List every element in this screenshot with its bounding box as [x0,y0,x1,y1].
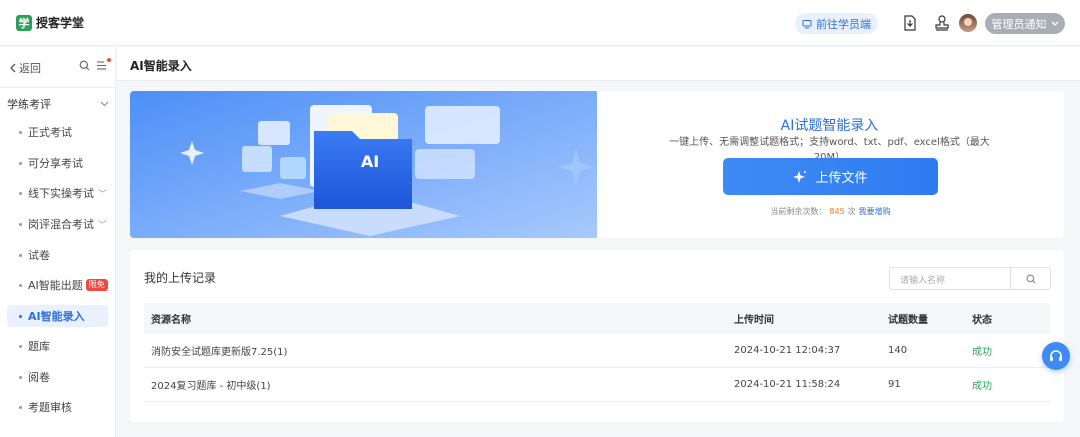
table-header: 资源名称 上传时间 试题数量 状态 [144,303,1050,334]
download-icon[interactable] [901,13,919,33]
sidebar: 返回 学练考评 正式考试 可分享考试 线下实操考试 ﹀ 岗评混合考试 ﹀ 试卷 AI… [0,47,116,437]
headset-icon [1050,350,1062,361]
sidebar-item-label: 可分享考试 [28,157,83,170]
avatar[interactable] [959,14,977,32]
chevron-down-icon [1051,21,1058,26]
student-portal-button[interactable]: 前往学员端 [795,13,878,34]
search-placeholder: 请输入名称 [900,276,946,286]
sidebar-item-label: AI智能录入 [28,310,85,323]
sidebar-item-question-bank[interactable]: 题库 [7,335,108,357]
ai-folder-illustration: AI [130,91,597,238]
resource-name: 2024复习题库 - 初中级(1) [151,381,271,392]
admin-notice-button[interactable]: 管理员通知 [985,13,1065,34]
monitor-icon [802,19,812,28]
table-row[interactable]: 消防安全试题库更新版7.25(1) 2024-10-21 12:04:37 14… [144,334,1050,368]
sidebar-item-label: 题库 [28,340,50,353]
brand[interactable]: 学 授客学堂 [16,14,84,31]
free-badge: 限免 [85,279,108,291]
sparkle-icon [793,170,807,183]
sidebar-item-label: AI智能出题 [28,279,83,292]
admin-notice-label: 管理员通知 [991,17,1047,31]
sidebar-item-label: 岗评混合考试 [28,218,94,231]
sidebar-item-ai-smart-entry[interactable]: AI智能录入 [7,305,108,327]
bullet [19,405,22,409]
sidebar-section-label: 学练考评 [7,98,51,111]
name-search-input[interactable]: 请输入名称 [889,267,1051,290]
customer-service-button[interactable] [1042,342,1070,370]
upload-time: 2024-10-21 12:04:37 [734,345,841,356]
bullet [19,344,22,348]
upload-file-button[interactable]: 上传文件 [723,158,938,195]
back-link[interactable]: 返回 [9,60,41,76]
sidebar-item-formal-exam[interactable]: 正式考试 [7,121,108,143]
sidebar-item-mixed-exam[interactable]: 岗评混合考试 ﹀ [7,213,108,235]
top-bar: 学 授客学堂 前往学员端 管理员通知 [0,0,1080,46]
remaining-quota: 当前剩余次数： 845 次我要增购 [723,206,938,217]
question-count: 140 [888,345,908,356]
bullet [19,375,22,379]
upload-time: 2024-10-21 11:58:24 [734,379,841,390]
sidebar-item-label: 考题审核 [28,401,72,414]
question-count: 91 [888,379,901,390]
sidebar-section-learning-exams[interactable]: 学练考评 [7,96,109,112]
upload-records-card: 我的上传记录 请输入名称 资源名称 上传时间 试题数量 状态 消防安全试题库更新… [130,250,1064,422]
status-badge: 成功 [972,347,992,358]
search-icon[interactable] [79,60,90,71]
sidebar-item-label: 正式考试 [28,126,72,139]
column-header-status: 状态 [972,315,992,326]
sidebar-item-ai-question-gen[interactable]: AI智能出题 限免 [7,274,108,296]
brand-name: 授客学堂 [36,16,85,30]
chevron-left-icon [10,63,16,73]
sidebar-item-paper[interactable]: 试卷 [7,244,108,266]
student-portal-label: 前往学员端 [816,17,871,31]
back-label: 返回 [19,62,41,75]
search-icon [1026,274,1035,283]
bullet [19,222,22,226]
sidebar-item-shareable-exam[interactable]: 可分享考试 [7,152,108,174]
column-header-name: 资源名称 [151,315,191,326]
chevron-down-icon: ﹀ [98,189,108,200]
upload-banner: AI AI试题智能录入 一键上传、无需调整试题格式；支持word、txt、pdf… [130,91,1064,238]
bullet [19,130,22,134]
remaining-prefix: 当前剩余次数： [770,207,827,216]
sidebar-header: 返回 [0,47,115,88]
sidebar-item-grading[interactable]: 阅卷 [7,366,108,388]
sidebar-item-offline-practical-exam[interactable]: 线下实操考试 ﹀ [7,182,108,204]
sidebar-item-label: 试卷 [28,249,50,262]
sidebar-item-question-review[interactable]: 考题审核 [7,396,108,418]
buy-more-link[interactable]: 我要增购 [859,207,891,216]
illustration-ai-text: AI [361,152,379,171]
brand-logo: 学 [16,14,32,31]
banner-title: AI试题智能录入 [780,118,879,134]
bullet [19,253,22,257]
records-title: 我的上传记录 [144,271,217,285]
bullet [19,283,22,287]
column-header-question-count: 试题数量 [888,315,928,326]
status-badge: 成功 [972,381,992,392]
search-button[interactable] [1010,268,1050,289]
sidebar-item-label: 阅卷 [28,371,50,384]
resource-name: 消防安全试题库更新版7.25(1) [151,347,288,358]
column-header-upload-time: 上传时间 [734,315,774,326]
table-row[interactable]: 2024复习题库 - 初中级(1) 2024-10-21 11:58:24 91… [144,368,1050,402]
bullet [19,314,22,318]
sidebar-item-label: 线下实操考试 [28,187,94,200]
remaining-count: 845 [829,207,845,216]
notification-dot [107,58,111,62]
remaining-unit: 次 [847,207,856,216]
main-header: AI智能录入 [117,47,1080,81]
chevron-down-icon [100,101,109,107]
menu-icon[interactable] [96,60,107,71]
chevron-down-icon: ﹀ [98,220,108,231]
upload-file-label: 上传文件 [815,171,868,186]
bullet [19,191,22,195]
stamp-icon[interactable] [933,13,951,33]
bullet [19,161,22,165]
page-title: AI智能录入 [130,59,192,73]
